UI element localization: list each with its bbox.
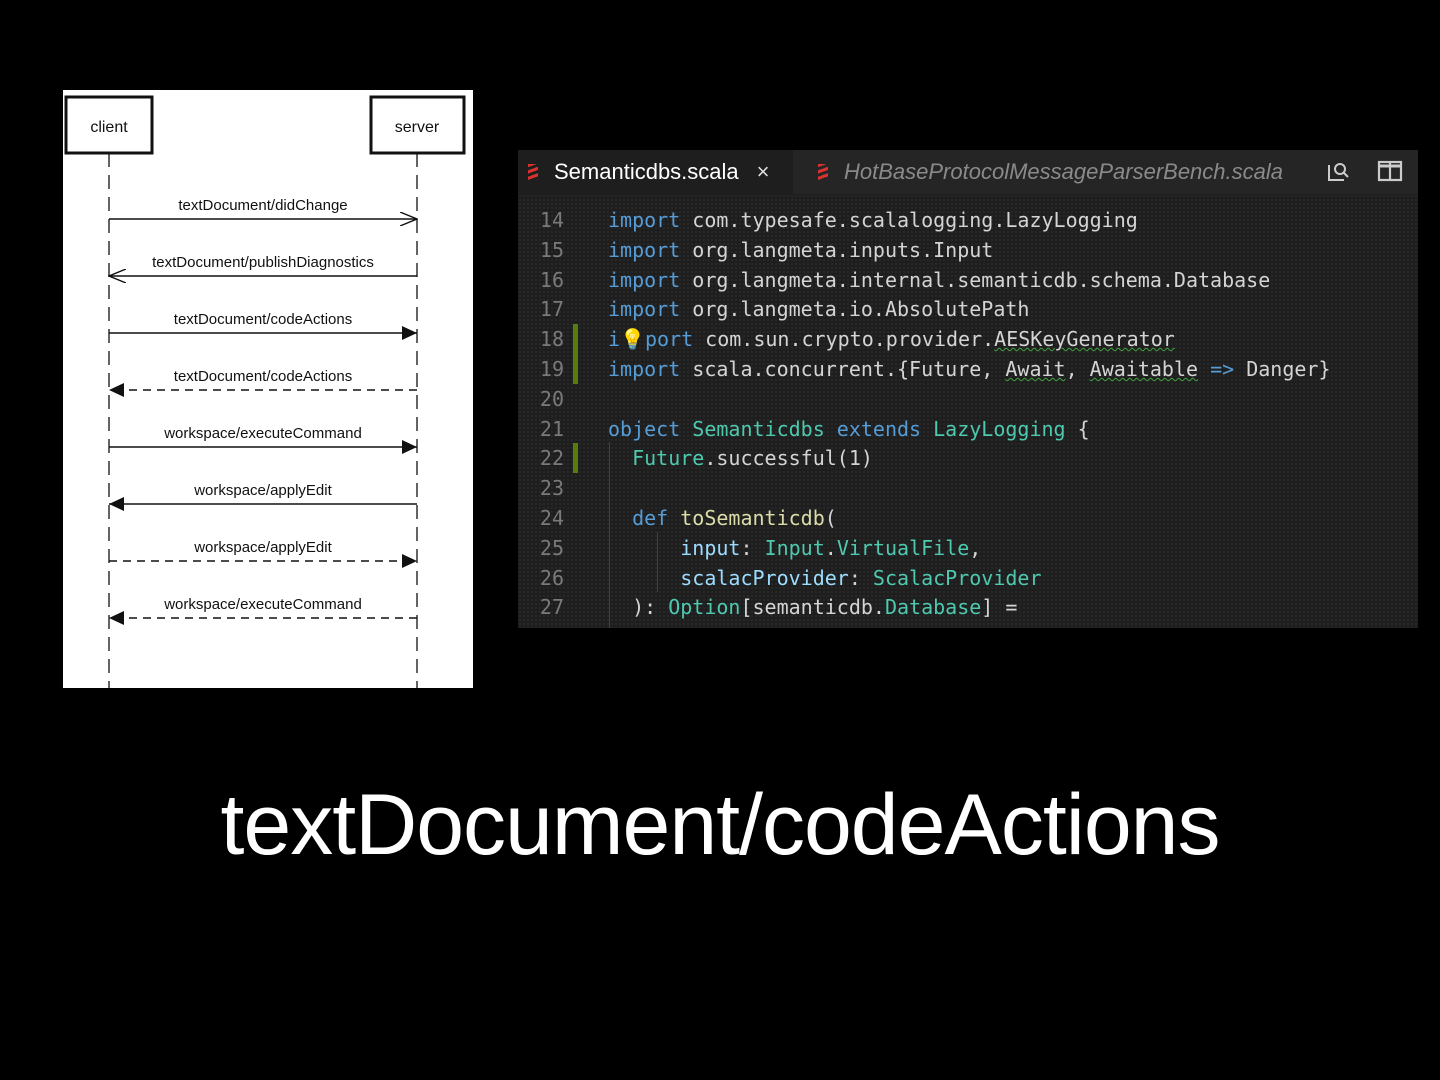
modified-line-marker: [573, 354, 578, 384]
line-number: 20: [539, 386, 564, 411]
line-number: 25: [539, 535, 564, 560]
open-changes-icon[interactable]: [1324, 158, 1352, 186]
message-label: textDocument/didChange: [178, 197, 347, 214]
line-number: 18: [539, 327, 564, 352]
code-line[interactable]: 26 scalacProvider: ScalacProvider: [518, 563, 1418, 593]
code-area[interactable]: 14 import com.typesafe.scalalogging.LazyL…: [518, 194, 1418, 628]
message-label: textDocument/publishDiagnostics: [152, 254, 374, 271]
sequence-diagram-canvas: client server textDocument/didChange text…: [64, 95, 466, 688]
sequence-diagram: client server textDocument/didChange text…: [63, 90, 473, 688]
code-line[interactable]: 16 import org.langmeta.internal.semanticd…: [518, 265, 1418, 295]
code-line[interactable]: 15 import org.langmeta.inputs.Input: [518, 235, 1418, 265]
code-text[interactable]: import com.typesafe.scalalogging.LazyLog…: [608, 205, 1138, 235]
line-number: 21: [539, 416, 564, 441]
line-number: 22: [539, 446, 564, 471]
code-text[interactable]: scalacProvider: ScalacProvider: [608, 563, 1041, 593]
slide-caption: textDocument/codeActions: [220, 777, 1221, 873]
split-editor-icon[interactable]: [1376, 158, 1404, 186]
tab-label: HotBaseProtocolMessageParserBench.scala: [844, 159, 1284, 184]
code-editor: Semanticdbs.scala × HotBaseProtocolMessa…: [518, 150, 1418, 628]
code-text[interactable]: Future.successful(1): [608, 443, 873, 473]
code-line[interactable]: 21 object Semanticdbs extends LazyLogging…: [518, 414, 1418, 444]
message-label: textDocument/codeActions: [174, 368, 352, 385]
close-icon[interactable]: ×: [757, 159, 770, 185]
code-text[interactable]: ): Option[semanticdb.Database] =: [608, 592, 1017, 622]
code-text[interactable]: i💡port com.sun.crypto.provider.AESKeyGen…: [608, 324, 1175, 354]
code-text[interactable]: import scala.concurrent.{Future, Await, …: [608, 354, 1331, 384]
code-line[interactable]: 17 import org.langmeta.io.AbsolutePath: [518, 294, 1418, 324]
code-line[interactable]: 14 import com.typesafe.scalalogging.LazyL…: [518, 205, 1418, 235]
modified-line-marker: [573, 324, 578, 355]
message-label: workspace/executeCommand: [163, 596, 362, 613]
code-text[interactable]: def toSemanticdb(: [608, 503, 837, 533]
tab-hotbase-bench[interactable]: HotBaseProtocolMessageParserBench.scala: [808, 150, 1283, 194]
code-line[interactable]: 27 ): Option[semanticdb.Database] =: [518, 592, 1418, 622]
message-label: workspace/applyEdit: [193, 482, 332, 499]
code-line[interactable]: 19 import scala.concurrent.{Future, Await…: [518, 354, 1418, 384]
code-line[interactable]: 23: [518, 473, 1418, 503]
line-number: 19: [539, 357, 564, 381]
modified-line-marker: [573, 443, 578, 474]
line-number: 14: [539, 208, 564, 232]
code-line[interactable]: 18 i💡port com.sun.crypto.provider.AESKeyG…: [518, 324, 1418, 355]
client-label: client: [90, 119, 128, 136]
line-number: 26: [539, 565, 564, 590]
editor-tab-bar: Semanticdbs.scala × HotBaseProtocolMessa…: [518, 150, 1418, 194]
code-text[interactable]: input: Input.VirtualFile,: [608, 533, 981, 563]
line-number: 24: [539, 506, 564, 530]
line-number: 27: [539, 595, 564, 620]
code-line[interactable]: 25 input: Input.VirtualFile,: [518, 533, 1418, 563]
tab-semanticdbs[interactable]: Semanticdbs.scala ×: [518, 150, 793, 194]
line-number: 16: [539, 267, 564, 292]
line-number: 17: [539, 297, 564, 322]
code-text[interactable]: import org.langmeta.io.AbsolutePath: [608, 294, 1029, 324]
message-label: textDocument/codeActions: [174, 311, 352, 328]
scala-file-icon: [818, 164, 828, 180]
code-text[interactable]: import org.langmeta.inputs.Input: [608, 235, 993, 265]
line-number: 23: [539, 476, 564, 501]
line-number: 15: [539, 237, 564, 262]
code-line[interactable]: 24 def toSemanticdb(: [518, 503, 1418, 533]
scala-file-icon: [528, 164, 538, 180]
tab-label: Semanticdbs.scala: [554, 159, 739, 184]
code-line[interactable]: 20: [518, 384, 1418, 414]
code-text[interactable]: import org.langmeta.internal.semanticdb.…: [608, 265, 1270, 295]
code-text[interactable]: object Semanticdbs extends LazyLogging {: [608, 414, 1090, 444]
message-label: workspace/applyEdit: [193, 539, 332, 556]
server-label: server: [395, 119, 440, 136]
message-label: workspace/executeCommand: [163, 425, 362, 442]
code-line[interactable]: 22 Future.successful(1): [518, 443, 1418, 474]
